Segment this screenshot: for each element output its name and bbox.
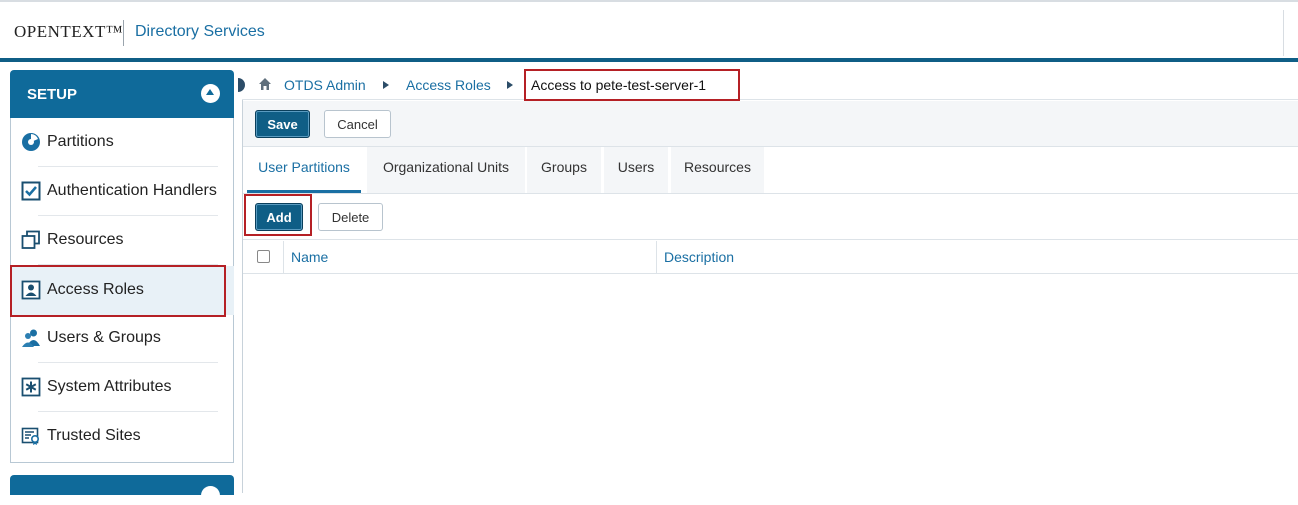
select-all-checkbox[interactable] bbox=[257, 250, 270, 263]
sidebar-item-resources[interactable]: Resources bbox=[10, 216, 234, 265]
tab-resources[interactable]: Resources bbox=[671, 147, 764, 193]
column-header-description[interactable]: Description bbox=[664, 249, 734, 265]
sidebar-item-label: System Attributes bbox=[47, 378, 172, 395]
sidebar-item-users-groups[interactable]: Users & Groups bbox=[10, 314, 234, 363]
sidebar-item-trusted-sites[interactable]: Trusted Sites bbox=[10, 412, 234, 461]
column-divider bbox=[283, 241, 284, 274]
tab-user-partitions[interactable]: User Partitions bbox=[247, 147, 361, 193]
save-button[interactable]: Save bbox=[255, 110, 310, 138]
opentext-logo: OPENTEXT™ bbox=[14, 22, 123, 41]
sidebar-item-partitions[interactable]: Partitions bbox=[10, 118, 234, 167]
breadcrumb-arrow-icon bbox=[383, 81, 389, 89]
sidebar-item-system-attributes[interactable]: System Attributes bbox=[10, 363, 234, 412]
table-header: Name Description bbox=[243, 241, 1298, 274]
sidebar-item-label: Partitions bbox=[47, 133, 114, 150]
column-divider bbox=[656, 241, 657, 274]
cancel-button[interactable]: Cancel bbox=[324, 110, 391, 138]
next-section-header[interactable] bbox=[10, 475, 234, 505]
users-groups-icon bbox=[22, 329, 40, 347]
delete-button[interactable]: Delete bbox=[318, 203, 383, 231]
sidebar-item-authentication-handlers[interactable]: Authentication Handlers bbox=[10, 167, 234, 216]
partitions-icon bbox=[22, 133, 40, 151]
edit-toolbar: Save Cancel bbox=[243, 101, 1298, 147]
tab-bar: User Partitions Organizational Units Gro… bbox=[243, 147, 1298, 194]
sidebar-item-label: Authentication Handlers bbox=[47, 182, 217, 199]
highlight-add-button bbox=[244, 194, 312, 236]
table-actions: Add Delete bbox=[243, 194, 1298, 240]
collapse-section-icon[interactable] bbox=[201, 84, 220, 103]
certificate-icon bbox=[21, 427, 40, 445]
breadcrumb-current: Access to pete-test-server-1 bbox=[524, 69, 740, 101]
setup-section-header[interactable]: SETUP bbox=[10, 70, 234, 118]
tab-users[interactable]: Users bbox=[604, 147, 668, 193]
sidebar-item-label: Resources bbox=[47, 231, 124, 248]
breadcrumb-arrow-icon bbox=[507, 81, 513, 89]
home-icon[interactable] bbox=[258, 77, 272, 91]
sidebar-item-label: Users & Groups bbox=[47, 329, 161, 346]
app-header: OPENTEXT™ Directory Services bbox=[0, 0, 1298, 62]
header-divider bbox=[1283, 10, 1284, 56]
tab-groups[interactable]: Groups bbox=[527, 147, 601, 193]
breadcrumb-otds-admin[interactable]: OTDS Admin bbox=[284, 77, 366, 93]
checkbox-icon bbox=[21, 181, 41, 201]
sidebar-item-label: Trusted Sites bbox=[47, 427, 141, 444]
logo-divider bbox=[123, 20, 124, 46]
asterisk-icon bbox=[21, 377, 41, 397]
column-header-name[interactable]: Name bbox=[291, 249, 328, 265]
highlight-access-roles bbox=[10, 265, 226, 317]
panel-toggle-icon[interactable] bbox=[238, 78, 246, 92]
resources-icon bbox=[21, 230, 40, 249]
breadcrumb-access-roles[interactable]: Access Roles bbox=[406, 77, 491, 93]
setup-section-title: SETUP bbox=[27, 86, 78, 103]
app-title: Directory Services bbox=[135, 23, 265, 40]
breadcrumb: OTDS Admin Access Roles bbox=[238, 70, 1298, 100]
tab-organizational-units[interactable]: Organizational Units bbox=[367, 147, 525, 193]
